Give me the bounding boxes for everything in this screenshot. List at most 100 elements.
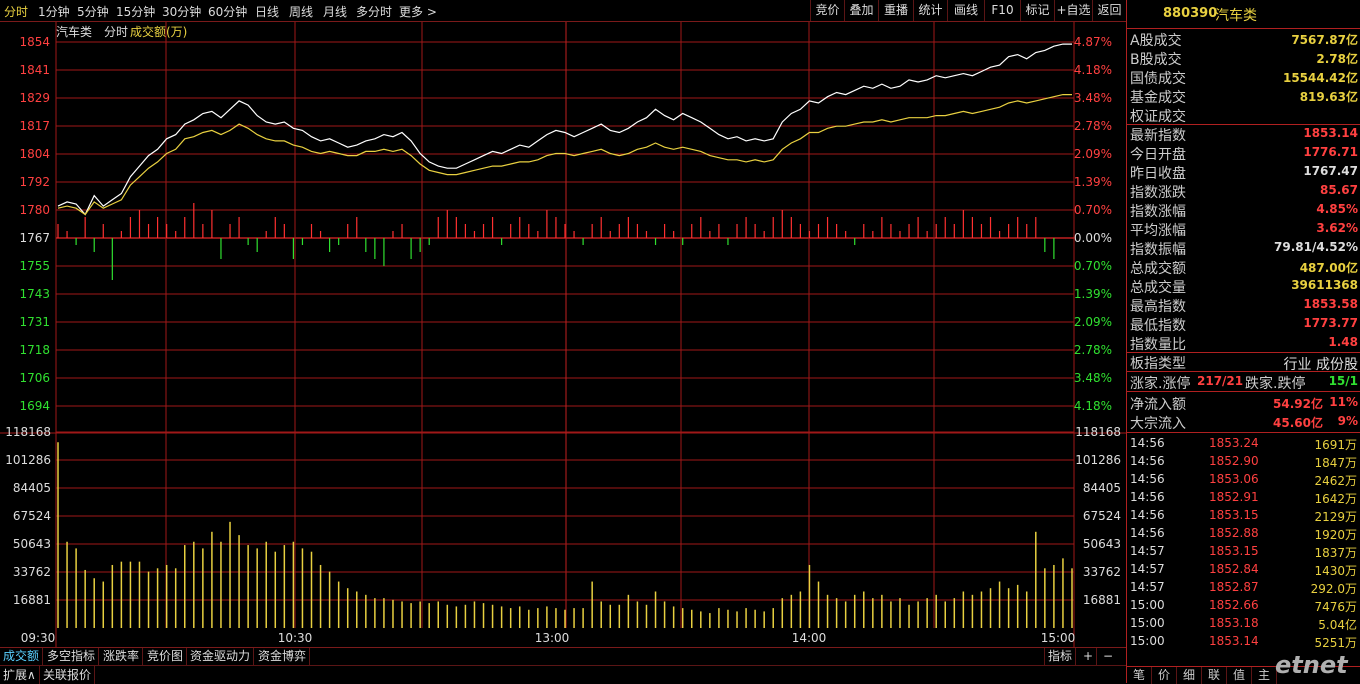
tick-volume: 2129万: [1314, 510, 1357, 524]
tab-multi-intraday[interactable]: 多分时: [356, 3, 392, 20]
price-tick-label: 1841: [19, 63, 50, 77]
row-value: 1.48: [1328, 335, 1358, 349]
tick-time: 14:56: [1130, 454, 1165, 468]
tab-auction-chart[interactable]: 竞价图: [144, 648, 188, 665]
tab-5min[interactable]: 5分钟: [77, 3, 109, 20]
tick-volume: 7476万: [1314, 600, 1357, 614]
tab-60min[interactable]: 60分钟: [208, 3, 247, 20]
pct-tick-label: 2.09%: [1074, 315, 1112, 329]
row-label: 国债成交: [1130, 71, 1186, 87]
tick-price: 1852.84: [1209, 562, 1259, 576]
tab-value[interactable]: 值: [1227, 667, 1252, 684]
tick-time: 15:00: [1130, 598, 1165, 612]
f10-button[interactable]: F10: [984, 0, 1020, 21]
tick-time: 15:00: [1130, 616, 1165, 630]
back-button[interactable]: 返回: [1092, 0, 1126, 21]
index-stat-row: 指数量比 1.48: [1127, 333, 1360, 353]
tab-longshort[interactable]: 多空指标: [44, 648, 100, 665]
time-tick-label: 13:00: [535, 631, 570, 645]
draw-button[interactable]: 画线: [947, 0, 984, 21]
indicator-button[interactable]: 指标: [1044, 648, 1077, 665]
tab-price[interactable]: 价: [1152, 667, 1177, 684]
info-panel: 880390 汽车类 A股成交 7567.87亿 B股成交 2.78亿 国债成交 1554…: [1126, 0, 1360, 684]
tick-row: 14:56 1852.90 1847万: [1127, 452, 1360, 470]
tab-more[interactable]: 更多 >: [399, 3, 437, 20]
row-value: 79.81/4.52%: [1274, 240, 1358, 254]
row-value: 1853.58: [1303, 297, 1358, 311]
tick-row: 14:57 1853.15 1837万: [1127, 542, 1360, 560]
index-title: 880390 汽车类: [1127, 0, 1360, 29]
stats-button[interactable]: 统计: [913, 0, 947, 21]
pct-tick-label: 2.78%: [1074, 343, 1112, 357]
index-stat-row: 最低指数 1773.77: [1127, 314, 1360, 334]
row-label: 指数量比: [1130, 337, 1186, 353]
tick-time: 14:57: [1130, 562, 1165, 576]
tab-30min[interactable]: 30分钟: [162, 3, 201, 20]
minus-pane-icon[interactable]: −: [1100, 648, 1116, 665]
intraday-chart[interactable]: 1854 1841 1829 1817 1804 1792 1780 1767 1755 1743…: [0, 22, 1126, 647]
market-turnover-row: B股成交 2.78亿: [1127, 48, 1360, 68]
row-label: 总成交量: [1130, 280, 1186, 296]
row-label: 平均涨幅: [1130, 223, 1186, 239]
pct-tick-label: 0.00%: [1074, 231, 1112, 245]
row-label: 指数涨跌: [1130, 185, 1186, 201]
row-label: 权证成交: [1130, 109, 1186, 125]
tab-weekly[interactable]: 周线: [289, 3, 313, 20]
tick-volume: 1920万: [1314, 528, 1357, 542]
row-value: 4.85%: [1316, 202, 1358, 216]
tick-row: 15:00 1852.66 7476万: [1127, 596, 1360, 614]
pct-axis-right: 4.87% 4.18% 3.48% 2.78% 2.09% 1.39% 0.70% 0.00%…: [1074, 35, 1112, 413]
volume-tick-label-right: 84405: [1083, 481, 1121, 495]
replay-button[interactable]: 重播: [878, 0, 913, 21]
pct-tick-label: 1.39%: [1074, 287, 1112, 301]
up-value: 217/21: [1197, 374, 1244, 388]
tab-15min[interactable]: 15分钟: [116, 3, 155, 20]
row-label: 大宗流入: [1130, 416, 1186, 432]
mark-button[interactable]: 标记: [1020, 0, 1054, 21]
volume-tick-label: 50643: [13, 537, 51, 551]
price-tick-label: 1780: [19, 203, 50, 217]
tab-fund-drive[interactable]: 资金驱动力: [187, 648, 255, 665]
row-label: 板指类型: [1130, 356, 1186, 372]
volume-tick-label: 84405: [13, 481, 51, 495]
tab-linked[interactable]: 联: [1202, 667, 1227, 684]
tab-1min[interactable]: 1分钟: [38, 3, 70, 20]
tab-detail[interactable]: 细: [1177, 667, 1202, 684]
chart-mode: 分时: [104, 25, 128, 39]
row-label: 最低指数: [1130, 318, 1186, 334]
overlay-button[interactable]: 叠加: [844, 0, 878, 21]
add-pane-icon[interactable]: +: [1080, 648, 1098, 665]
index-stat-row: 指数振幅 79.81/4.52%: [1127, 238, 1360, 258]
tab-advance-decline[interactable]: 涨跌率: [100, 648, 144, 665]
market-turnover-row: 权证成交: [1127, 105, 1360, 125]
auction-button[interactable]: 竞价: [810, 0, 844, 21]
tick-row: 14:56 1853.06 2462万: [1127, 470, 1360, 488]
price-tick-label: 1804: [19, 147, 50, 161]
related-quotes-button[interactable]: 关联报价: [40, 666, 96, 684]
tab-intraday[interactable]: 分时: [4, 3, 28, 20]
add-watchlist-button[interactable]: +自选: [1054, 0, 1092, 21]
tab-fund-game[interactable]: 资金博弈: [255, 648, 311, 665]
tab-trades[interactable]: 笔: [1127, 667, 1152, 684]
tick-volume: 2462万: [1314, 474, 1357, 488]
row-label: 总成交额: [1130, 261, 1186, 277]
index-stat-row: 今日开盘 1776.71: [1127, 143, 1360, 163]
tick-volume: 1642万: [1314, 492, 1357, 506]
tab-daily[interactable]: 日线: [255, 3, 279, 20]
tick-price: 1852.91: [1209, 490, 1259, 504]
chart-canvas[interactable]: 1854 1841 1829 1817 1804 1792 1780 1767 1755 1743…: [0, 22, 1126, 647]
volume-tick-label: 33762: [13, 565, 51, 579]
expand-button[interactable]: 扩展∧: [0, 666, 40, 684]
pct-tick-label: 3.48%: [1074, 91, 1112, 105]
tab-main[interactable]: 主: [1252, 667, 1277, 684]
row-value: 45.60亿: [1273, 416, 1323, 430]
tab-turnover[interactable]: 成交额: [0, 648, 44, 665]
price-tick-label: 1694: [19, 399, 50, 413]
average-line: [57, 93, 1072, 216]
row-value: 15544.42亿: [1282, 71, 1358, 85]
tab-monthly[interactable]: 月线: [323, 3, 347, 20]
row-value: 54.92亿: [1273, 397, 1323, 411]
index-stat-row: 平均涨幅 3.62%: [1127, 219, 1360, 239]
down-value: 15/1: [1328, 374, 1358, 388]
down-label: 跌家.跌停: [1245, 376, 1306, 392]
